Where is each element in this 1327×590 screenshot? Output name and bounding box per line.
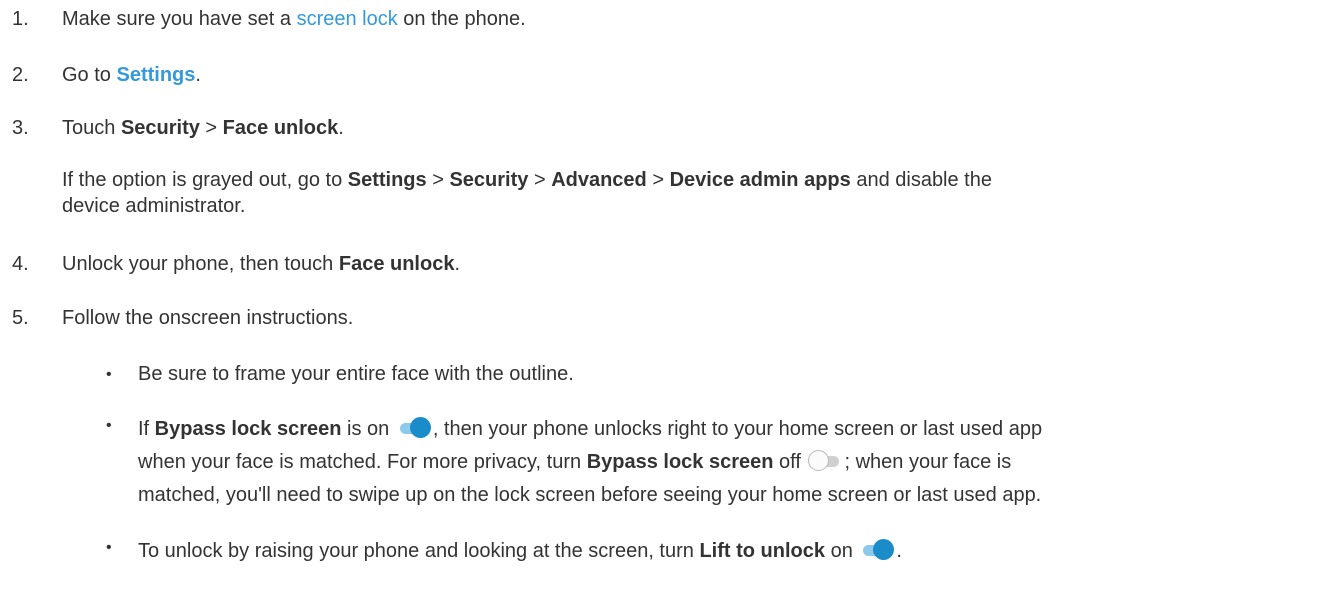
bullet-2-line-1: If Bypass lock screen is on , then your …: [138, 417, 1042, 440]
bullet-text: .: [896, 540, 902, 562]
note-text: and disable the: [850, 169, 992, 191]
toggle-knob: [409, 417, 431, 438]
security-term: Security: [449, 169, 529, 191]
step-3-number: 3.: [12, 117, 29, 139]
bullet-dot: •: [106, 539, 112, 556]
step-1-text: Make sure you have set a screen lock on …: [62, 8, 526, 30]
step-3-note-line-1: If the option is grayed out, go to Setti…: [62, 169, 992, 191]
toggle-on-icon: [860, 539, 895, 561]
step-3-text: Touch Security > Face unlock.: [62, 117, 344, 139]
lift-to-unlock-term: Lift to unlock: [699, 540, 826, 562]
bullet-text: To unlock by raising your phone and look…: [138, 540, 700, 562]
bullet-1-text: Be sure to frame your entire face with t…: [138, 363, 574, 385]
step-4-text-before: Unlock your phone, then touch: [62, 253, 339, 275]
bullet-3-text: To unlock by raising your phone and look…: [138, 539, 902, 562]
bullet-dot: •: [106, 417, 112, 434]
face-unlock-term: Face unlock: [222, 117, 339, 139]
toggle-knob: [808, 450, 830, 471]
toggle-off-icon: [808, 450, 842, 472]
security-term: Security: [120, 117, 200, 139]
bullet-text: If: [138, 418, 155, 440]
step-2-text-before: Go to: [62, 64, 117, 86]
settings-link[interactable]: Settings: [116, 64, 195, 86]
step-4-text: Unlock your phone, then touch Face unloc…: [62, 253, 460, 275]
bullet-text: on: [825, 540, 859, 562]
step-1-text-before: Make sure you have set a: [62, 8, 297, 30]
step-3-note-line-2: device administrator.: [62, 195, 246, 217]
separator: >: [528, 169, 552, 191]
bullet-text: is on: [341, 418, 395, 440]
separator: >: [199, 117, 223, 139]
separator: >: [646, 169, 670, 191]
bullet-text: when your face is matched. For more priv…: [138, 451, 587, 473]
bullet-2-line-3: matched, you'll need to swipe up on the …: [138, 484, 1042, 506]
step-1-text-after: on the phone.: [397, 8, 526, 30]
step-2-number: 2.: [12, 64, 29, 86]
screen-lock-link[interactable]: screen lock: [297, 8, 398, 30]
bullet-text: off: [773, 451, 807, 473]
step-3-text-before: Touch: [62, 117, 121, 139]
bypass-lock-screen-term: Bypass lock screen: [154, 418, 342, 440]
step-4-number: 4.: [12, 253, 29, 275]
bullet-2-line-2: when your face is matched. For more priv…: [138, 450, 1011, 473]
step-2-text-after: .: [195, 64, 201, 86]
toggle-on-icon: [397, 417, 431, 439]
step-1-number: 1.: [12, 8, 29, 30]
step-5-text: Follow the onscreen instructions.: [62, 307, 354, 329]
separator: >: [426, 169, 450, 191]
toggle-knob: [873, 539, 895, 560]
instructions-page: 1. Make sure you have set a screen lock …: [0, 0, 1327, 590]
note-text: If the option is grayed out, go to: [62, 169, 348, 191]
bullet-text: ; when your face is: [844, 451, 1012, 473]
bullet-text: , then your phone unlocks right to your …: [432, 418, 1043, 440]
advanced-term: Advanced: [551, 169, 647, 191]
step-4-text-after: .: [454, 253, 461, 275]
step-2-text: Go to Settings.: [62, 64, 201, 86]
bypass-lock-screen-term: Bypass lock screen: [586, 451, 774, 473]
device-admin-apps-term: Device admin apps: [669, 169, 851, 191]
step-5-number: 5.: [12, 307, 29, 329]
step-3-text-after: .: [338, 117, 344, 139]
face-unlock-term: Face unlock: [338, 253, 455, 275]
settings-term: Settings: [347, 169, 427, 191]
bullet-dot: •: [106, 366, 112, 383]
